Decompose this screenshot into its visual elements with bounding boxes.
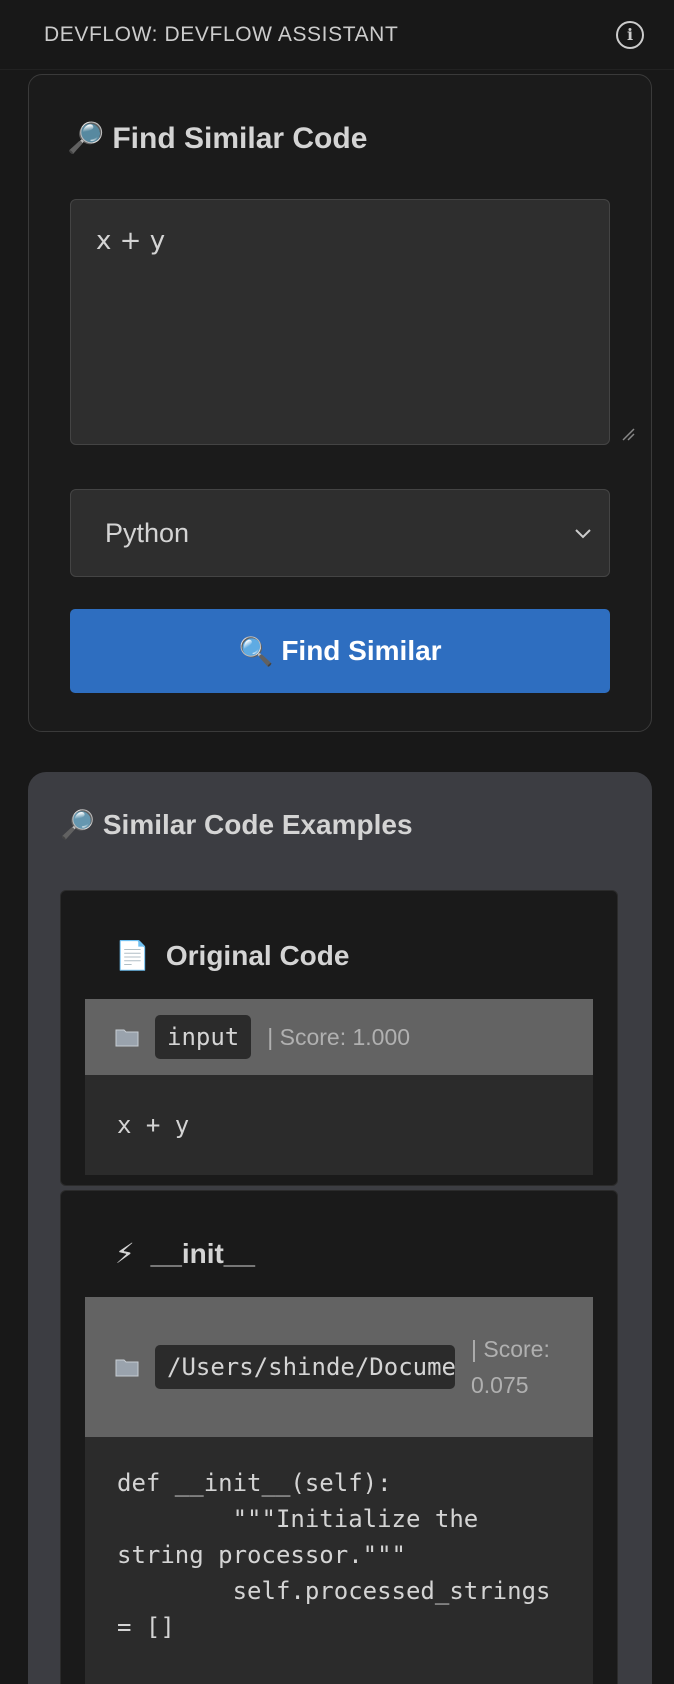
result-title: 📄 Original Code: [115, 939, 349, 972]
find-similar-button-label: Find Similar: [281, 635, 442, 666]
lightning-icon: ⚡: [115, 1238, 135, 1269]
similarity-score: | Score: 1.000: [267, 1024, 411, 1050]
similarity-score: | Score: 0.075: [471, 1336, 550, 1398]
similar-examples-title: Similar Code Examples: [102, 808, 413, 840]
language-select-value: Python: [105, 517, 190, 548]
panel-header: DEVFLOW: DEVFLOW ASSISTANT i: [0, 0, 674, 70]
folder-icon: [115, 1029, 139, 1047]
code-snippet: def __init__(self): """Initialize the st…: [85, 1437, 593, 1684]
document-icon: 📄: [115, 940, 150, 971]
panel-title: DEVFLOW: DEVFLOW ASSISTANT: [44, 22, 399, 46]
code-input[interactable]: [70, 199, 610, 445]
source-path[interactable]: /Users/shinde/Documents: [155, 1345, 455, 1389]
result-title: ⚡ __init__: [115, 1237, 255, 1270]
result-card: 📄 Original Code input | Score: 1.000 x +…: [60, 890, 618, 1186]
info-icon[interactable]: i: [616, 20, 644, 49]
result-name: Original Code: [165, 939, 350, 971]
panel-content[interactable]: 🔎 Find Similar Code Python 🔍 Find Simila…: [0, 70, 674, 1684]
magnifier-icon: 🔎: [60, 809, 95, 840]
similar-examples-heading: 🔎 Similar Code Examples: [60, 808, 413, 841]
result-meta-bar: /Users/shinde/Documents | Score: 0.075: [85, 1297, 593, 1437]
resize-grip-icon[interactable]: [621, 427, 635, 441]
result-name: __init__: [150, 1237, 255, 1269]
find-similar-button[interactable]: 🔍 Find Similar: [70, 609, 610, 693]
find-similar-heading: 🔎 Find Similar Code: [67, 121, 367, 156]
result-meta-bar: input | Score: 1.000: [85, 999, 593, 1075]
source-path[interactable]: input: [155, 1015, 252, 1059]
code-snippet: x + y: [85, 1075, 593, 1175]
result-card: ⚡ __init__ /Users/shinde/Documents | Sco…: [60, 1190, 618, 1684]
magnifier-icon: 🔎: [67, 122, 105, 155]
find-similar-card: 🔎 Find Similar Code Python 🔍 Find Simila…: [28, 74, 652, 732]
chevron-down-icon: [575, 529, 591, 539]
language-select[interactable]: Python: [70, 489, 610, 577]
search-icon: 🔍: [238, 635, 274, 667]
folder-icon: [115, 1359, 139, 1377]
similar-examples-card: 🔎 Similar Code Examples 📄 Original Code …: [28, 772, 652, 1684]
find-similar-title: Find Similar Code: [112, 121, 368, 155]
